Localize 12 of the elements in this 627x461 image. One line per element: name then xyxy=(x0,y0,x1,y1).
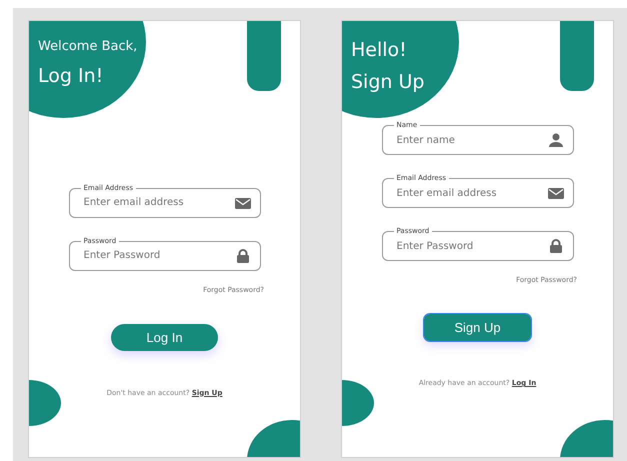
user-icon xyxy=(548,133,564,147)
screen-heading: Log In! xyxy=(38,64,104,89)
lock-icon xyxy=(234,248,250,262)
pill-decoration xyxy=(247,21,281,91)
lock-icon xyxy=(548,239,564,253)
screen-heading: Sign Up xyxy=(351,70,424,95)
envelope-icon xyxy=(548,186,564,200)
pill-decoration xyxy=(560,21,594,91)
screen-heading: Hello! xyxy=(351,38,407,63)
submit-button[interactable]: Log In xyxy=(111,324,218,350)
submit-button[interactable]: Sign Up xyxy=(424,314,531,341)
screen-heading: Welcome Back, xyxy=(38,38,138,56)
